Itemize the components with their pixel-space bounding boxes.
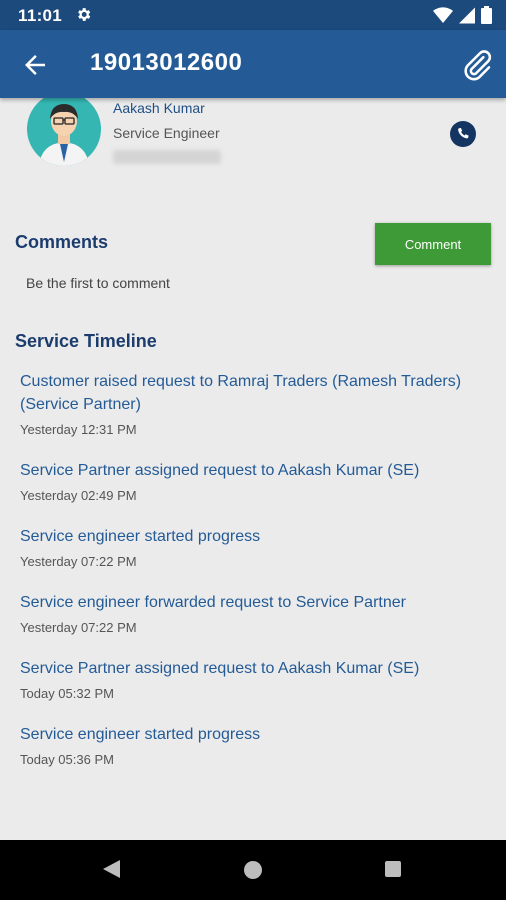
timeline-item: Service engineer started progress Yester… [20,525,490,569]
engineer-role: Service Engineer [113,125,220,141]
phone-call-icon[interactable] [450,121,476,147]
status-indicators [433,6,492,24]
service-timeline-list: Customer raised request to Ramraj Trader… [20,370,490,789]
timeline-event-time: Yesterday 07:22 PM [20,554,137,569]
page-title: 19013012600 [90,49,243,76]
engineer-profile-card: Aakash Kumar Service Engineer [0,98,506,188]
timeline-event-text: Service engineer forwarded request to Se… [20,594,406,611]
status-bar: 11:01 [0,0,506,30]
comments-heading: Comments [15,232,109,252]
engineer-phone-redacted [113,150,221,164]
nav-back-icon[interactable] [103,860,120,878]
timeline-item: Service Partner assigned request to Aaka… [20,657,490,701]
timeline-event-text: Service Partner assigned request to Aaka… [20,660,420,677]
timeline-item: Service Partner assigned request to Aaka… [20,459,490,503]
attachment-icon[interactable] [460,48,494,82]
request-detail-content[interactable]: Aakash Kumar Service Engineer Comments C… [0,98,506,840]
engineer-name: Aakash Kumar [113,100,205,116]
timeline-event-text: Service engineer started progress [20,528,261,545]
nav-recents-icon[interactable] [385,861,401,877]
app-bar: 19013012600 [0,30,506,98]
timeline-event-time: Yesterday 02:49 PM [20,488,137,503]
status-time: 11:01 [18,6,63,25]
system-navigation-bar [0,840,506,900]
avatar [27,98,101,166]
cell-signal-icon [459,7,475,23]
timeline-event-text: Service engineer started progress [20,726,261,743]
timeline-event-time: Today 05:32 PM [20,686,114,701]
service-timeline-heading: Service Timeline [15,331,157,351]
no-comments-message: Be the first to comment [26,275,170,291]
timeline-event-time: Yesterday 07:22 PM [20,620,137,635]
wifi-icon [433,6,453,23]
timeline-event-text: Customer raised request to Ramraj Trader… [20,373,462,413]
timeline-event-time: Today 05:36 PM [20,752,114,767]
timeline-item: Customer raised request to Ramraj Trader… [20,370,490,437]
battery-icon [481,6,492,24]
timeline-event-time: Yesterday 12:31 PM [20,422,137,437]
comment-button[interactable]: Comment [375,223,491,265]
nav-home-icon[interactable] [244,861,262,879]
settings-gear-icon [75,6,92,28]
timeline-event-text: Service Partner assigned request to Aaka… [20,462,420,479]
timeline-item: Service engineer forwarded request to Se… [20,591,490,635]
timeline-item: Service engineer started progress Today … [20,723,490,767]
back-arrow-icon[interactable] [20,50,50,80]
